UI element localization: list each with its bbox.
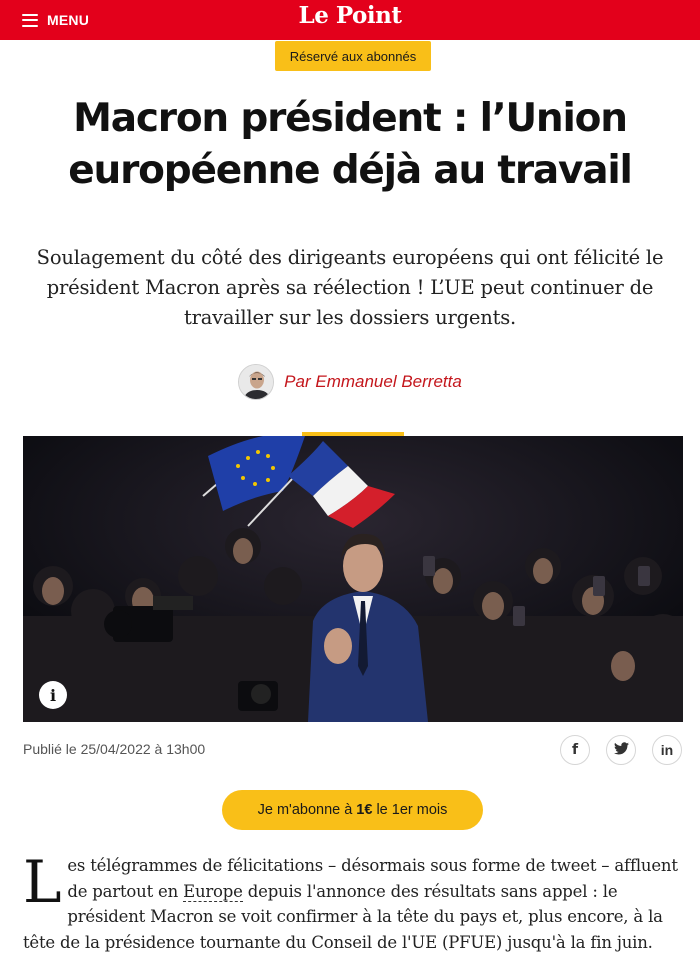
photo-info-button[interactable]: i xyxy=(39,681,67,709)
author-avatar xyxy=(238,364,275,400)
subscriber-badge: Réservé aux abonnés xyxy=(275,41,431,71)
europe-link[interactable]: Europe xyxy=(183,881,243,902)
site-logo[interactable]: Le Point xyxy=(0,0,700,36)
subscribe-price: 1€ xyxy=(356,802,373,818)
share-buttons: f in xyxy=(560,735,682,765)
author-block: Par Emmanuel Berretta xyxy=(0,362,700,402)
article-photo: i xyxy=(23,436,683,722)
twitter-icon xyxy=(613,742,629,758)
subscribe-text-before: Je m'abonne à xyxy=(257,802,353,818)
facebook-icon: f xyxy=(571,742,579,758)
linkedin-icon: in xyxy=(660,742,674,758)
author-name[interactable]: Par Emmanuel Berretta xyxy=(284,372,462,392)
facebook-share-button[interactable]: f xyxy=(560,735,590,765)
subscribe-text-after: le 1er mois xyxy=(376,802,448,818)
article-lede: Soulagement du côté des dirigeants europ… xyxy=(36,246,664,329)
subscribe-button[interactable]: Je m'abonne à 1€ le 1er mois xyxy=(222,790,483,830)
drop-cap: L xyxy=(23,848,62,916)
article-body: Les télégrammes de félicitations – désor… xyxy=(23,853,683,958)
article-title: Macron président : l’Union européenne dé… xyxy=(68,96,633,193)
twitter-share-button[interactable] xyxy=(606,735,636,765)
linkedin-share-button[interactable]: in xyxy=(652,735,682,765)
top-bar: MENU Le Point xyxy=(0,0,700,40)
publication-date: Publié le 25/04/2022 à 13h00 xyxy=(23,741,206,757)
